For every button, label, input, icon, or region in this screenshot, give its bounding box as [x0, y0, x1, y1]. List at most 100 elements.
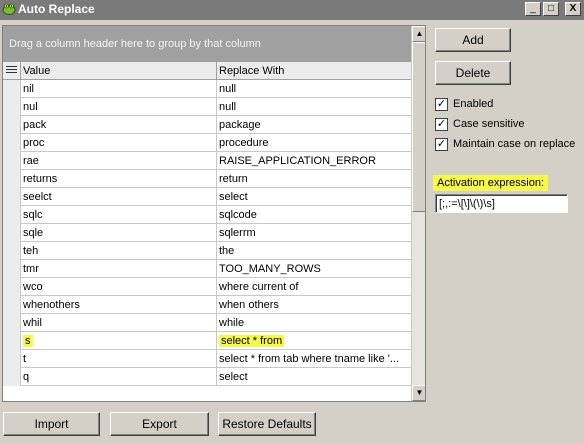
minimize-button[interactable]: _ — [525, 2, 541, 16]
row-indicator[interactable] — [3, 134, 21, 152]
replace-with-cell[interactable]: sqlcode — [217, 206, 411, 224]
enabled-label: Enabled — [453, 98, 494, 110]
value-text: whenothers — [23, 299, 80, 311]
replace-with-text: sqlerrm — [219, 227, 256, 239]
table-row[interactable]: whil while — [3, 314, 411, 332]
value-cell[interactable]: tmr — [21, 260, 217, 278]
table-row[interactable]: s select * from — [3, 332, 411, 350]
table-row[interactable]: pack package — [3, 116, 411, 134]
table-row[interactable]: seelct select — [3, 188, 411, 206]
scroll-down-button[interactable]: ▼ — [412, 385, 425, 401]
table-row[interactable]: nil null — [3, 80, 411, 98]
replace-with-text: procedure — [219, 137, 269, 149]
column-header-value[interactable]: Value — [21, 62, 217, 80]
table-row[interactable]: sqle sqlerrm — [3, 224, 411, 242]
replace-with-cell[interactable]: where current of — [217, 278, 411, 296]
close-button[interactable]: X — [565, 2, 581, 16]
replace-grid[interactable]: Drag a column header here to group by th… — [2, 25, 426, 402]
replace-with-cell[interactable]: TOO_MANY_ROWS — [217, 260, 411, 278]
replace-with-cell[interactable]: while — [217, 314, 411, 332]
table-row[interactable]: sqlc sqlcode — [3, 206, 411, 224]
replace-with-cell[interactable]: null — [217, 98, 411, 116]
add-button[interactable]: Add — [435, 28, 511, 52]
replace-with-cell[interactable]: procedure — [217, 134, 411, 152]
scroll-up-button[interactable]: ▲ — [412, 26, 425, 42]
column-chooser-icon[interactable] — [3, 62, 21, 80]
value-cell[interactable]: pack — [21, 116, 217, 134]
replace-with-cell[interactable]: select * from tab where tname like '... — [217, 350, 411, 368]
table-row[interactable]: wco where current of — [3, 278, 411, 296]
replace-with-cell[interactable]: RAISE_APPLICATION_ERROR — [217, 152, 411, 170]
row-indicator[interactable] — [3, 350, 21, 368]
row-indicator[interactable] — [3, 152, 21, 170]
replace-with-cell[interactable]: when others — [217, 296, 411, 314]
table-row[interactable]: teh the — [3, 242, 411, 260]
value-cell[interactable]: q — [21, 368, 217, 386]
value-cell[interactable]: sqlc — [21, 206, 217, 224]
replace-with-cell[interactable]: package — [217, 116, 411, 134]
value-cell[interactable]: nil — [21, 80, 217, 98]
replace-with-cell[interactable]: select * from — [217, 332, 411, 350]
value-cell[interactable]: whil — [21, 314, 217, 332]
maximize-button[interactable]: □ — [543, 2, 559, 16]
replace-with-cell[interactable]: null — [217, 80, 411, 98]
replace-with-cell[interactable]: select — [217, 368, 411, 386]
case-sensitive-check-box[interactable]: ✓ — [435, 118, 448, 131]
row-indicator[interactable] — [3, 278, 21, 296]
table-row[interactable]: q select — [3, 368, 411, 386]
row-indicator[interactable] — [3, 170, 21, 188]
column-header-replace-with[interactable]: Replace With — [217, 62, 411, 80]
value-text: whil — [23, 317, 42, 329]
value-cell[interactable]: proc — [21, 134, 217, 152]
replace-with-cell[interactable]: return — [217, 170, 411, 188]
delete-button[interactable]: Delete — [435, 61, 511, 85]
row-indicator[interactable] — [3, 116, 21, 134]
group-by-panel[interactable]: Drag a column header here to group by th… — [3, 26, 411, 62]
table-row[interactable]: t select * from tab where tname like '... — [3, 350, 411, 368]
maintain-case-check-box[interactable]: ✓ — [435, 138, 448, 151]
row-indicator[interactable] — [3, 206, 21, 224]
row-indicator[interactable] — [3, 188, 21, 206]
table-row[interactable]: nul null — [3, 98, 411, 116]
row-indicator[interactable] — [3, 242, 21, 260]
row-indicator[interactable] — [3, 98, 21, 116]
replace-with-cell[interactable]: the — [217, 242, 411, 260]
replace-with-text: select — [219, 191, 248, 203]
replace-with-cell[interactable]: sqlerrm — [217, 224, 411, 242]
value-cell[interactable]: returns — [21, 170, 217, 188]
vertical-scrollbar[interactable]: ▲ ▼ — [411, 26, 425, 401]
row-indicator[interactable] — [3, 332, 21, 350]
value-text: t — [23, 353, 27, 365]
value-cell[interactable]: whenothers — [21, 296, 217, 314]
row-indicator[interactable] — [3, 80, 21, 98]
value-cell[interactable]: seelct — [21, 188, 217, 206]
window-title: Auto Replace — [18, 2, 95, 16]
table-row[interactable]: whenothers when others — [3, 296, 411, 314]
export-button[interactable]: Export — [110, 412, 209, 436]
row-indicator[interactable] — [3, 314, 21, 332]
value-cell[interactable]: t — [21, 350, 217, 368]
value-cell[interactable]: nul — [21, 98, 217, 116]
value-text: tmr — [23, 263, 39, 275]
value-cell[interactable]: sqle — [21, 224, 217, 242]
restore-defaults-button[interactable]: Restore Defaults — [218, 412, 316, 436]
row-indicator[interactable] — [3, 224, 21, 242]
replace-with-cell[interactable]: select — [217, 188, 411, 206]
row-indicator[interactable] — [3, 260, 21, 278]
table-row[interactable]: proc procedure — [3, 134, 411, 152]
enabled-check-box[interactable]: ✓ — [435, 98, 448, 111]
row-indicator[interactable] — [3, 296, 21, 314]
table-row[interactable]: tmr TOO_MANY_ROWS — [3, 260, 411, 278]
row-indicator[interactable] — [3, 368, 21, 386]
value-cell[interactable]: wco — [21, 278, 217, 296]
value-text: proc — [23, 137, 45, 149]
import-button[interactable]: Import — [3, 412, 100, 436]
value-cell[interactable]: s — [21, 332, 217, 350]
activation-expression-input[interactable] — [435, 194, 568, 213]
scroll-thumb[interactable] — [412, 42, 425, 212]
table-row[interactable]: rae RAISE_APPLICATION_ERROR — [3, 152, 411, 170]
value-cell[interactable]: teh — [21, 242, 217, 260]
value-cell[interactable]: rae — [21, 152, 217, 170]
table-row[interactable]: returns return — [3, 170, 411, 188]
replace-with-text: select * from — [219, 335, 285, 347]
